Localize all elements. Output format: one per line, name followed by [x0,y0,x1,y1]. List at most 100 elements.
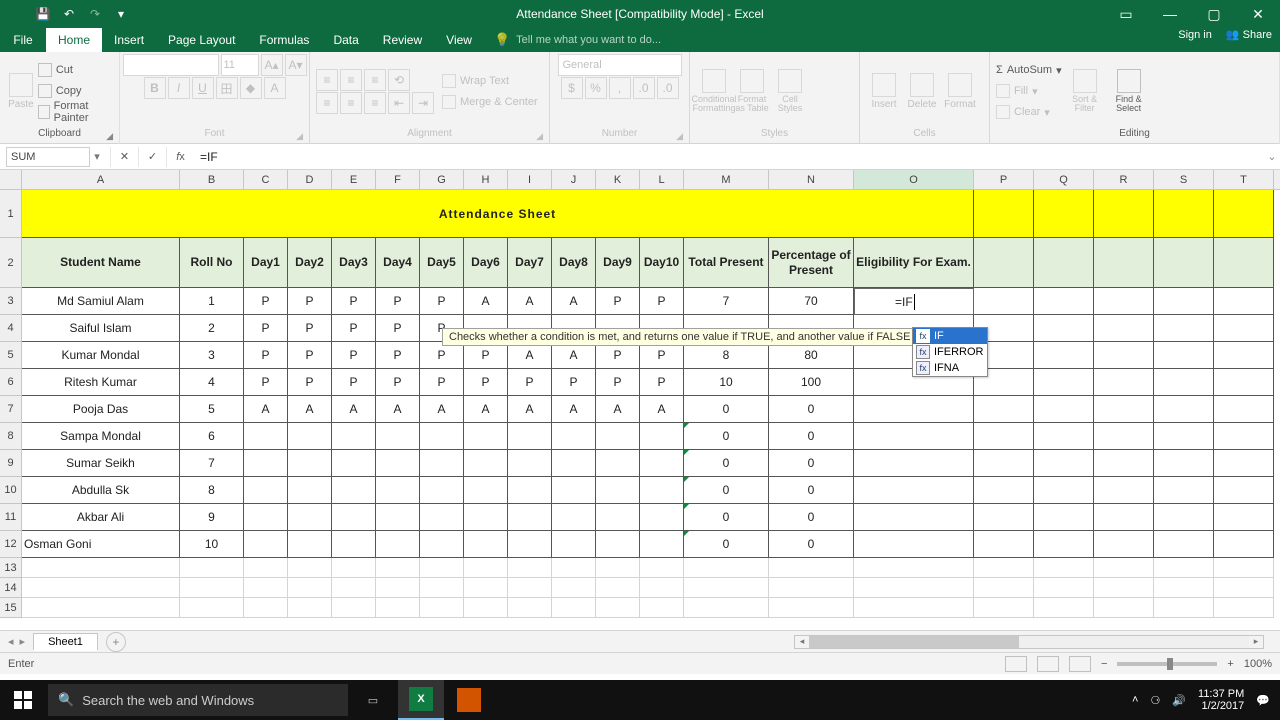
cell[interactable] [974,578,1034,598]
cell[interactable]: P [420,369,464,396]
align-bottom-icon[interactable]: ≡ [364,69,386,91]
cell[interactable] [244,578,288,598]
cell[interactable] [769,578,854,598]
cell[interactable] [596,578,640,598]
spreadsheet-grid[interactable]: ABCDEFGHIJKLMNOPQRST 1Attendance Sheet2S… [0,170,1280,630]
cell[interactable] [288,423,332,450]
row-header[interactable]: 6 [0,369,22,396]
cell[interactable] [640,504,684,531]
cell[interactable]: 100 [769,369,854,396]
cell[interactable]: 80 [769,342,854,369]
cell[interactable] [1214,238,1274,288]
cell[interactable] [244,477,288,504]
cell[interactable]: Day10 [640,238,684,288]
cell[interactable] [854,477,974,504]
cell[interactable] [1094,238,1154,288]
cell[interactable]: Day8 [552,238,596,288]
format-as-table-button[interactable]: Format as Table [734,57,770,125]
percent-icon[interactable]: % [585,77,607,99]
align-top-icon[interactable]: ≡ [316,69,338,91]
cell[interactable]: 0 [769,477,854,504]
cell[interactable] [332,450,376,477]
italic-button[interactable]: I [168,77,190,99]
select-all-corner[interactable] [0,170,22,189]
cell[interactable]: P [376,369,420,396]
dialog-launcher-icon[interactable]: ◢ [106,131,113,142]
cell[interactable] [974,423,1034,450]
cell[interactable] [552,477,596,504]
cell[interactable]: A [640,396,684,423]
cell[interactable]: Day6 [464,238,508,288]
cell[interactable]: 0 [684,504,769,531]
cell[interactable] [1034,315,1094,342]
scroll-left-icon[interactable]: ◂ [795,636,809,647]
cell[interactable] [244,504,288,531]
row-header[interactable]: 12 [0,531,22,558]
cell[interactable] [1094,190,1154,238]
cell[interactable] [974,190,1034,238]
cell[interactable]: 0 [684,396,769,423]
cell[interactable] [420,423,464,450]
cell[interactable] [552,531,596,558]
function-autocomplete-list[interactable]: fxIF fxIFERROR fxIFNA [912,327,988,377]
fill-button[interactable]: Fill ▾ [996,81,1062,101]
autosum-button[interactable]: Σ AutoSum ▾ [996,60,1062,80]
cell[interactable]: Abdulla Sk [22,477,180,504]
column-header-T[interactable]: T [1214,170,1274,189]
sheet-title[interactable]: Attendance Sheet [22,190,974,238]
sort-filter-button[interactable]: Sort & Filter [1064,57,1106,125]
view-page-break-button[interactable] [1069,656,1091,672]
tray-volume-icon[interactable]: 🔊 [1172,694,1186,707]
cell[interactable] [640,477,684,504]
tab-insert[interactable]: Insert [102,28,156,52]
column-header-P[interactable]: P [974,170,1034,189]
cell[interactable]: Eligibility For Exam. [854,238,974,288]
paste-button[interactable]: Paste [6,57,36,125]
cell[interactable]: P [288,315,332,342]
cell[interactable] [332,578,376,598]
cell[interactable] [640,598,684,618]
cell[interactable] [464,504,508,531]
border-button[interactable]: 田 [216,77,238,99]
row-header[interactable]: 4 [0,315,22,342]
cell[interactable] [854,450,974,477]
cell[interactable] [596,531,640,558]
cell[interactable] [420,558,464,578]
cell[interactable] [288,477,332,504]
align-center-icon[interactable]: ≡ [340,92,362,114]
insert-cells-button[interactable]: Insert [866,57,902,125]
cell[interactable] [552,558,596,578]
cell[interactable] [1154,369,1214,396]
cell[interactable]: P [640,288,684,315]
cell[interactable] [1214,288,1274,315]
cell[interactable]: 10 [684,369,769,396]
cell[interactable] [288,578,332,598]
fn-item-if[interactable]: fxIF [913,328,987,344]
cell[interactable] [769,598,854,618]
cell[interactable] [180,558,244,578]
increase-indent-icon[interactable]: ⇥ [412,92,434,114]
cell[interactable]: 7 [180,450,244,477]
cell[interactable]: Day4 [376,238,420,288]
cell[interactable] [1034,190,1094,238]
cell[interactable] [1214,531,1274,558]
cell[interactable]: Osman Goni [22,531,180,558]
increase-font-icon[interactable]: A▴ [261,54,283,76]
cell[interactable]: P [464,342,508,369]
decrease-font-icon[interactable]: A▾ [285,54,307,76]
cell[interactable] [640,423,684,450]
cell[interactable]: 0 [684,477,769,504]
fn-item-ifna[interactable]: fxIFNA [913,360,987,376]
font-size-select[interactable] [221,54,259,76]
cell[interactable]: 8 [684,342,769,369]
name-box[interactable]: SUM [6,147,90,167]
decrease-decimal-icon[interactable]: .0 [657,77,679,99]
cell[interactable] [376,598,420,618]
cell[interactable] [508,423,552,450]
cell[interactable]: P [244,369,288,396]
cell[interactable]: P [332,342,376,369]
cell[interactable] [1034,504,1094,531]
cell[interactable] [1154,190,1214,238]
cell[interactable] [974,396,1034,423]
cell[interactable]: A [508,288,552,315]
